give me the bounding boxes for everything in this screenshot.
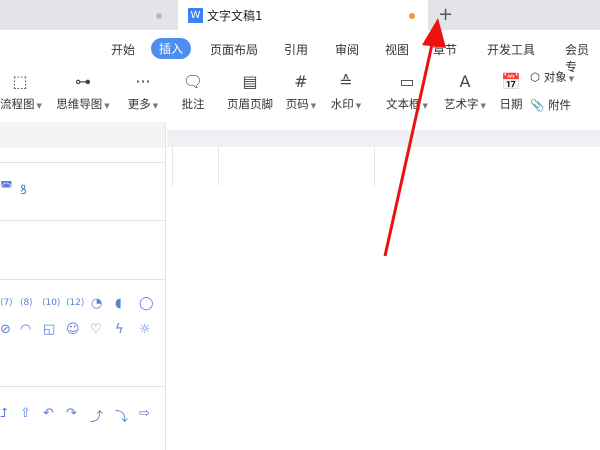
arrow-shaft	[383, 39, 435, 257]
red-arrow-annotation	[383, 18, 446, 257]
arrow-head	[422, 18, 446, 48]
